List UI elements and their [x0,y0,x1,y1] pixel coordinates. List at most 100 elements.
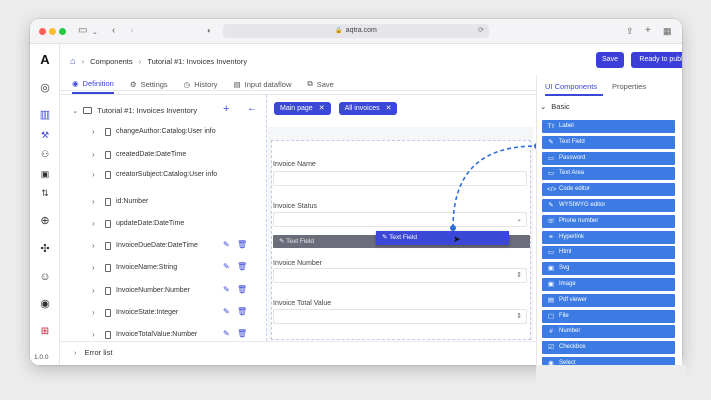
component-code-editor[interactable]: </> Code editor [542,183,675,197]
tab-ui-components[interactable]: UI Components [545,82,597,91]
forward-icon[interactable]: › [130,25,133,37]
tree-item[interactable]: changeAuthor:Catalog:User info [105,127,226,136]
trash-icon[interactable]: 🗑 [237,307,247,316]
invoice-total-input[interactable]: ⇕ [273,309,527,324]
component-icon: ▭ [547,249,555,257]
chevron-right-icon[interactable]: › [92,219,95,228]
tree-item[interactable]: InvoiceName:String [105,263,226,272]
tree-item[interactable]: updateDate:DateTime [105,219,226,228]
share-icon[interactable]: ⇪ [626,25,634,37]
home-icon[interactable]: ⌂ [70,56,75,66]
chevron-down-icon[interactable]: ⌄ [92,27,98,39]
add-icon[interactable]: + [223,103,229,115]
component-label[interactable]: Tт Label [542,120,675,133]
component-html[interactable]: ▭ Html [542,246,675,260]
dragged-text-field[interactable]: ✎ Text Field [376,231,509,245]
component-phone-number[interactable]: ☏ Phone number [542,214,675,228]
basic-section-header[interactable]: ⌄ Basic [540,102,570,111]
trash-icon[interactable]: 🗑 [237,262,247,271]
privacy-shield-icon[interactable]: ◐ [207,25,212,37]
tab-overview-icon[interactable]: ▦ [663,25,672,37]
component-checkbox[interactable]: ☑ Checkbox [542,341,675,355]
component-file[interactable]: ▢ File [542,309,675,323]
chevron-right-icon[interactable]: › [92,330,95,339]
app-logo[interactable]: A [38,53,52,67]
chevron-right-icon[interactable]: › [92,241,95,250]
chip-all-invoices[interactable]: All invoices ✕ [338,102,398,115]
add-user-icon[interactable]: ☺ [38,270,52,284]
trash-icon[interactable]: 🗑 [237,329,247,338]
edit-icon[interactable]: ✎ [223,329,230,338]
tree-item[interactable]: InvoiceState:Integer [105,308,226,317]
edit-icon[interactable]: ✎ [223,262,230,271]
chevron-right-icon[interactable]: › [92,286,95,295]
component-icon: ▣ [547,281,555,288]
close-icon[interactable]: ✕ [386,102,392,115]
chip-main-page[interactable]: Main page ✕ [274,102,331,115]
component-hyperlink[interactable]: ⚭ Hyperlink [542,230,675,244]
translate-reload-icon[interactable]: ⟳ [478,24,484,38]
chevron-right-icon[interactable]: › [92,308,95,317]
close-icon[interactable]: ✕ [319,102,325,115]
sidebar-toggle-icon[interactable]: ▭ [78,25,87,37]
tree-root[interactable]: ⌄ Tutorial #1: Invoices Inventory [72,106,197,115]
chevron-right-icon[interactable]: › [92,150,95,159]
component-text-area[interactable]: ▭ Text Area [542,167,675,181]
sort-icon[interactable]: ⇅ [38,186,52,200]
components-icon[interactable]: ▥ [38,108,52,122]
tree-item[interactable]: InvoiceDueDate:DateTime [105,241,226,250]
new-tab-icon[interactable]: + [645,25,651,37]
tree-item[interactable]: creatorSubject:Catalog:User info [105,170,226,179]
page-chips: Main page ✕ All invoices ✕ [274,102,398,115]
stepper-icon[interactable]: ⇕ [516,271,522,279]
tree-item[interactable]: InvoiceTotalValue:Number [105,330,226,339]
component-pdf-viewer[interactable]: ▤ Pdf viewer [542,293,675,307]
puzzle-icon[interactable]: ✣ [38,242,52,256]
wrench-icon[interactable]: ⚒ [38,128,52,142]
chevron-right-icon[interactable]: › [92,127,95,136]
trash-icon[interactable]: 🗑 [237,240,247,249]
globe-icon[interactable]: ⊕ [38,214,52,228]
minimize-window-button[interactable] [49,28,56,35]
uk-flag-icon[interactable]: ⊞ [38,325,52,339]
edit-icon[interactable]: ✎ [223,240,230,249]
component-password[interactable]: ▭ Password [542,151,675,165]
tree-item[interactable]: InvoiceNumber:Number [105,286,226,295]
back-icon[interactable]: ‹ [112,25,115,37]
chevron-right-icon[interactable]: › [92,197,95,206]
component-text-field[interactable]: ✎ Text Field [542,135,675,149]
ready-to-publish-button[interactable]: Ready to publish [631,52,682,68]
edit-icon[interactable]: ✎ [223,285,230,294]
save-button[interactable]: Save [596,52,624,68]
edit-icon[interactable]: ✎ [223,307,230,316]
tab-save[interactable]: ⧉ Save [307,74,333,94]
address-bar[interactable]: 🔒 aqtra.com ⟳ [223,24,489,38]
component-image[interactable]: ▣ Image [542,278,675,291]
chevron-down-icon[interactable]: ⌄ [72,106,78,115]
chevron-right-icon[interactable]: › [92,263,95,272]
trash-icon[interactable]: 🗑 [237,285,247,294]
component-label: Phone number [559,217,599,224]
tab-history[interactable]: ◷ History [184,74,218,94]
close-window-button[interactable] [39,28,46,35]
tab-properties[interactable]: Properties [612,82,646,91]
component-number[interactable]: # Number [542,325,675,339]
maximize-window-button[interactable] [59,28,66,35]
tree-item[interactable]: id:Number [105,197,226,206]
component-svg[interactable]: ▣ Svg [542,262,675,276]
breadcrumb-components[interactable]: Components [90,57,133,66]
tab-settings[interactable]: ⚙ Settings [130,74,168,94]
invoice-number-input[interactable]: ⇕ [273,268,527,283]
tab-input-dataflow[interactable]: ▤ Input dataflow [234,74,292,94]
arrow-left-icon[interactable]: ← [247,103,257,114]
tree-item[interactable]: createdDate:DateTime [105,150,226,159]
component-wysiwyg-editor[interactable]: ✎ WYSIWYG editor [542,199,675,212]
hierarchy-icon[interactable]: ⚇ [38,147,52,161]
stepper-icon[interactable]: ⇕ [516,312,522,320]
image-icon[interactable]: ▣ [38,167,52,181]
target-icon[interactable]: ◎ [38,81,52,95]
profile-icon[interactable]: ◉ [38,297,52,311]
tab-definition[interactable]: ◉ Definition [72,74,114,94]
error-list-toggle[interactable]: › Error list [74,348,112,357]
chevron-right-icon[interactable]: › [92,170,95,179]
